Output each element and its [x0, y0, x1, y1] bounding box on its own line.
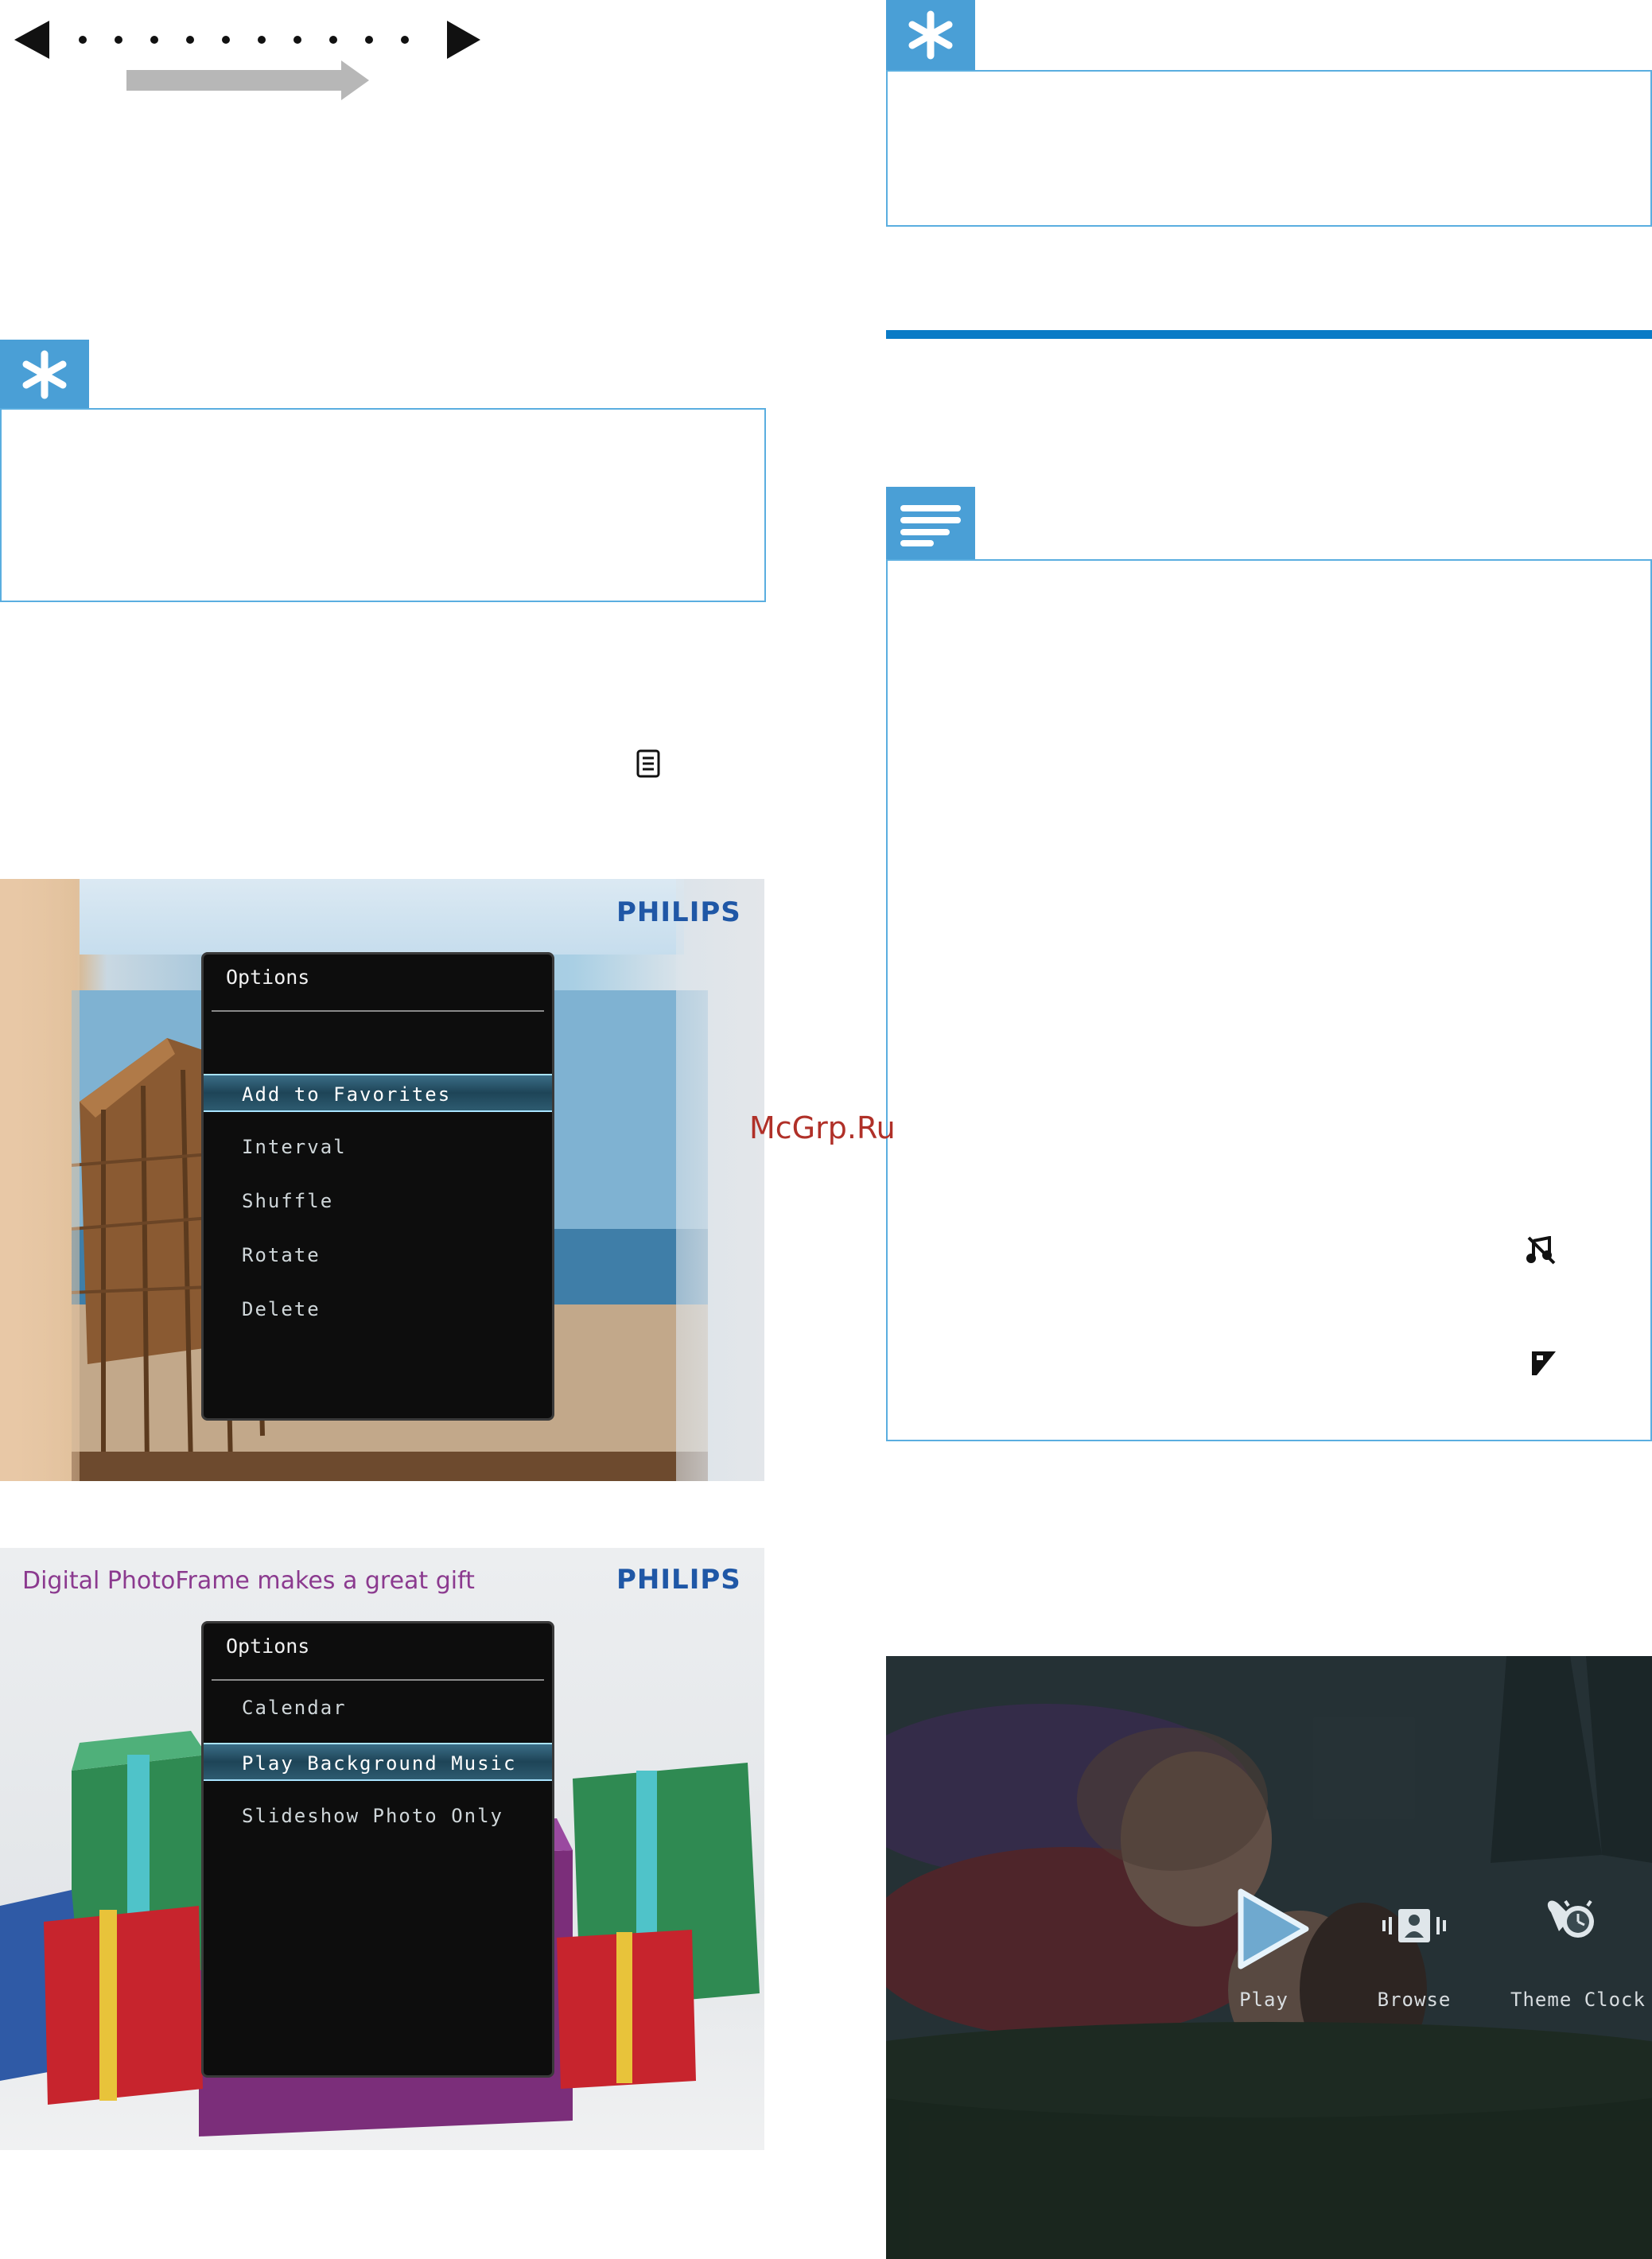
tip-badge	[0, 340, 89, 410]
menu-divider	[212, 1679, 544, 1681]
note-lines-icon	[900, 504, 961, 546]
home-item-label-browse[interactable]: Browse	[1366, 1989, 1462, 2011]
asterisk-icon	[908, 10, 953, 60]
menu-item-play-background-music[interactable]: Play Background Music	[204, 1743, 552, 1781]
note-badge	[886, 487, 975, 561]
browse-icon[interactable]	[1374, 1903, 1454, 1950]
watermark-text: McGrp.Ru	[749, 1110, 896, 1145]
options-menu: Options Calendar Play Background Music S…	[201, 1621, 554, 2078]
clock-icon[interactable]	[1540, 1895, 1603, 1950]
menu-item-interval[interactable]: Interval	[204, 1128, 552, 1166]
menu-divider	[212, 1010, 544, 1012]
menu-item-add-to-favorites[interactable]: Add to Favorites	[204, 1074, 552, 1112]
menu-item-delete[interactable]: Delete	[204, 1290, 552, 1328]
sky-background	[80, 879, 684, 955]
triangle-right-icon	[447, 21, 480, 59]
philips-logo: PHILIPS	[616, 896, 741, 928]
menu-item-shuffle[interactable]: Shuffle	[204, 1182, 552, 1220]
play-icon[interactable]	[1226, 1885, 1314, 1973]
left-blur	[0, 879, 80, 1481]
options-screenshot-2: Digital PhotoFrame makes a great gift PH…	[0, 1548, 764, 2150]
philips-logo: PHILIPS	[616, 1564, 741, 1596]
photo-icon	[1532, 1351, 1556, 1375]
options-menu: Options Add to Favorites Interval Shuffl…	[201, 952, 554, 1421]
tip-box	[886, 70, 1652, 227]
home-item-label-play[interactable]: Play	[1220, 1989, 1308, 2011]
home-item-label-theme-clock[interactable]: Theme Clock	[1506, 1989, 1650, 2011]
home-screenshot: Play Browse Theme Clock	[886, 1656, 1652, 2259]
asterisk-icon	[22, 350, 67, 399]
options-screenshot-1: PHILIPS Options Add to Favorites Interva…	[0, 879, 764, 1481]
tip-badge	[886, 0, 975, 70]
menu-icon	[636, 749, 660, 778]
menu-title: Options	[226, 966, 310, 989]
music-off-icon	[1526, 1236, 1556, 1265]
swipe-illustration	[11, 16, 488, 103]
menu-item-slideshow-photo-only[interactable]: Slideshow Photo Only	[204, 1797, 552, 1835]
section-divider	[886, 330, 1652, 339]
swipe-diagram	[14, 21, 480, 100]
triangle-left-icon	[14, 21, 49, 59]
arrow-right-icon	[341, 60, 369, 100]
headline: Digital PhotoFrame makes a great gift	[22, 1567, 475, 1595]
menu-item-calendar[interactable]: Calendar	[204, 1689, 552, 1727]
note-box	[886, 559, 1652, 1441]
menu-title: Options	[226, 1635, 310, 1658]
menu-item-rotate[interactable]: Rotate	[204, 1236, 552, 1274]
right-blur	[676, 879, 764, 1481]
tip-box	[0, 408, 766, 602]
